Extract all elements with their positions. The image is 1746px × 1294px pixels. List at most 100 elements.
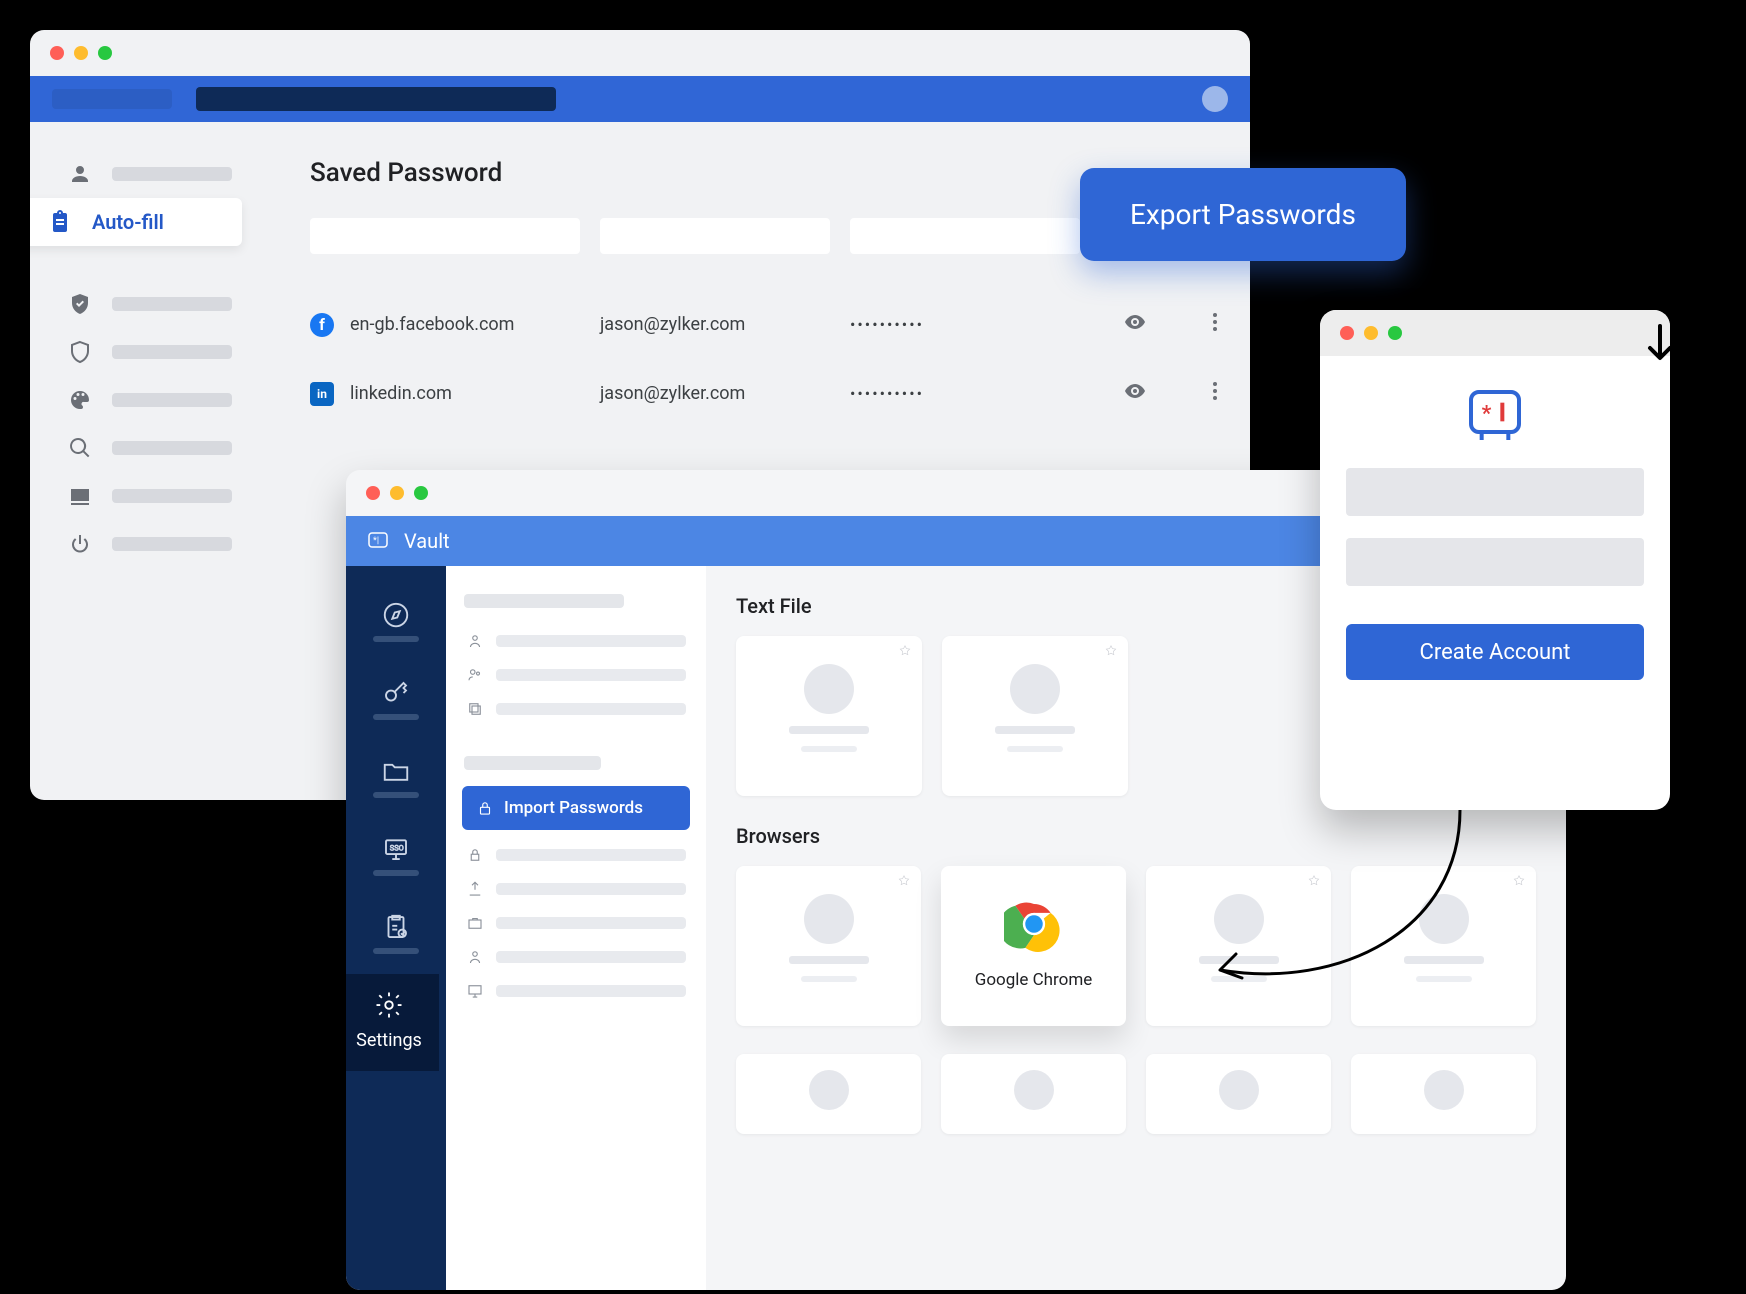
import-card[interactable] [1351, 1054, 1536, 1134]
sidebar-item-privacy[interactable] [30, 328, 270, 376]
flow-arrow-icon [1190, 800, 1480, 1030]
maximize-icon[interactable] [98, 46, 112, 60]
password-cell: •••••••••• [850, 384, 1080, 403]
subnav-item[interactable] [462, 692, 690, 726]
more-vert-icon [1203, 310, 1227, 334]
window-titlebar [30, 30, 1250, 76]
import-card-chrome[interactable]: Google Chrome [941, 866, 1126, 1026]
minimize-icon[interactable] [390, 486, 404, 500]
linkedin-icon: in [310, 382, 334, 406]
people-icon [466, 666, 484, 684]
nav-item-sso[interactable]: SSO [346, 818, 446, 896]
svg-text:*: * [1482, 401, 1492, 426]
vault-logo-icon: *| [366, 529, 390, 553]
subnav-item[interactable] [462, 974, 690, 1008]
vault-nav: SSO Settings [346, 566, 446, 1290]
sidebar-item-you[interactable] [30, 150, 270, 198]
export-passwords-label: Export Passwords [1130, 198, 1356, 231]
create-account-button[interactable]: Create Account [1346, 624, 1644, 680]
import-card[interactable] [736, 636, 922, 796]
subnav-item[interactable] [462, 872, 690, 906]
sidebar-item-safety[interactable] [30, 280, 270, 328]
svg-text:*|: *| [373, 536, 379, 546]
site-cell: linkedin.com [350, 383, 452, 404]
search-icon [68, 436, 92, 460]
browser-icon [68, 484, 92, 508]
nav-item-folders[interactable] [346, 740, 446, 818]
subnav-item[interactable] [462, 906, 690, 940]
power-icon [68, 532, 92, 556]
nav-item-audit[interactable] [346, 896, 446, 974]
sidebar-item-autofill[interactable]: Auto-fill [30, 198, 242, 246]
person-icon [466, 632, 484, 650]
star-outline-icon [1512, 874, 1526, 888]
signup-window: * Create Account [1320, 310, 1670, 810]
gear-icon [374, 990, 404, 1020]
close-icon[interactable] [366, 486, 380, 500]
star-outline-icon [898, 644, 912, 658]
show-password-button[interactable] [1123, 379, 1147, 408]
user-cell: jason@zylker.com [600, 383, 830, 404]
lock-small-icon [466, 846, 484, 864]
topbar-placeholder [52, 89, 172, 109]
vault-title: Vault [404, 529, 450, 553]
star-outline-icon [1104, 644, 1118, 658]
address-bar[interactable] [196, 87, 556, 111]
import-passwords-button[interactable]: Import Passwords [462, 786, 690, 830]
close-icon[interactable] [1340, 326, 1354, 340]
export-passwords-button[interactable]: Export Passwords [1080, 168, 1406, 261]
import-card[interactable] [941, 1054, 1126, 1134]
table-row[interactable]: in linkedin.com jason@zylker.com •••••••… [310, 359, 1240, 428]
import-passwords-label: Import Passwords [504, 798, 643, 818]
palette-icon [68, 388, 92, 412]
minimize-icon[interactable] [74, 46, 88, 60]
nav-item-settings[interactable]: Settings [346, 974, 439, 1071]
import-card[interactable] [736, 866, 921, 1026]
signup-field[interactable] [1346, 538, 1644, 586]
subnav-item[interactable] [462, 658, 690, 692]
subnav-item[interactable] [462, 624, 690, 658]
browser-topbar [30, 76, 1250, 122]
shield-check-icon [68, 292, 92, 316]
svg-text:SSO: SSO [390, 843, 404, 852]
profile-avatar[interactable] [1202, 86, 1228, 112]
signup-field[interactable] [1346, 468, 1644, 516]
site-cell: en-gb.facebook.com [350, 314, 514, 335]
import-card[interactable] [1146, 1054, 1331, 1134]
maximize-icon[interactable] [1388, 326, 1402, 340]
nav-item-passwords[interactable] [346, 662, 446, 740]
maximize-icon[interactable] [414, 486, 428, 500]
table-row[interactable]: f en-gb.facebook.com jason@zylker.com ••… [310, 290, 1240, 359]
monitor-icon [466, 982, 484, 1000]
sidebar-item-appearance[interactable] [30, 376, 270, 424]
import-card-label: Google Chrome [975, 970, 1093, 990]
show-password-button[interactable] [1123, 310, 1147, 339]
nav-item-dashboard[interactable] [346, 584, 446, 662]
star-outline-icon [897, 874, 911, 888]
import-card[interactable] [736, 1054, 921, 1134]
lock-icon [476, 799, 494, 817]
sidebar-item-default[interactable] [30, 472, 270, 520]
eye-icon [1123, 379, 1147, 403]
user-cell: jason@zylker.com [600, 314, 830, 335]
vault-logo-icon: * [1463, 386, 1527, 446]
person-outline-icon [466, 948, 484, 966]
upload-icon [466, 880, 484, 898]
sidebar-item-onstartup[interactable] [30, 520, 270, 568]
more-vert-icon [1203, 379, 1227, 403]
row-menu-button[interactable] [1203, 379, 1227, 408]
sidebar-item-search[interactable] [30, 424, 270, 472]
briefcase-icon [466, 914, 484, 932]
subnav-item[interactable] [462, 838, 690, 872]
close-icon[interactable] [50, 46, 64, 60]
clipboard-icon [48, 210, 72, 234]
window-titlebar [1320, 310, 1670, 356]
password-cell: •••••••••• [850, 315, 1080, 334]
minimize-icon[interactable] [1364, 326, 1378, 340]
row-menu-button[interactable] [1203, 310, 1227, 339]
facebook-icon: f [310, 313, 334, 337]
import-card[interactable] [942, 636, 1128, 796]
subnav-item[interactable] [462, 940, 690, 974]
eye-icon [1123, 310, 1147, 334]
nav-item-label: Settings [356, 1030, 422, 1051]
